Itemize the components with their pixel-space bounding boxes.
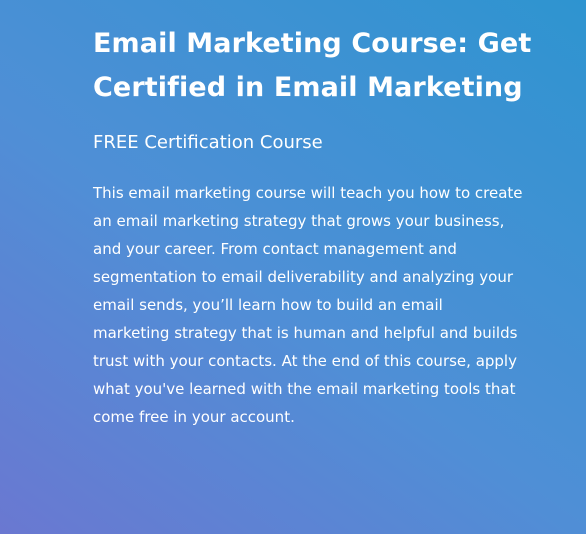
course-description: This email marketing course will teach y…: [93, 184, 523, 426]
course-hero: Email Marketing Course: Get Certified in…: [93, 22, 533, 431]
page-title: Email Marketing Course: Get Certified in…: [93, 28, 532, 103]
course-subtitle: FREE Certification Course: [93, 132, 323, 153]
